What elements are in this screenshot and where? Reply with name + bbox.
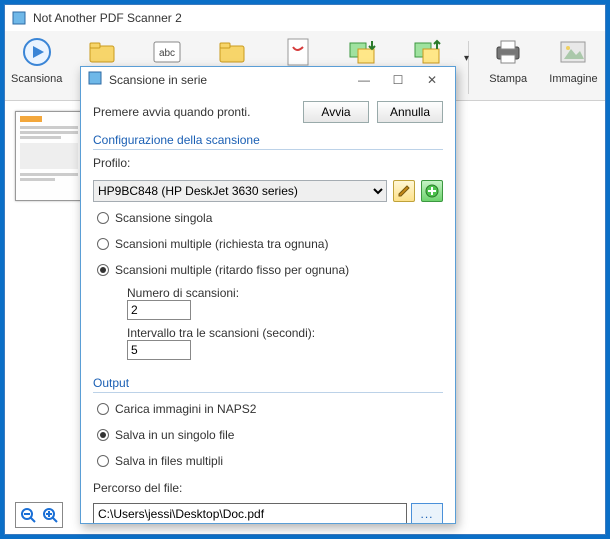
chevron-down-icon[interactable]: ▾ <box>464 53 469 64</box>
svg-text:abc: abc <box>159 48 175 59</box>
ribbon-scan[interactable]: Scansiona <box>11 35 62 100</box>
folder-icon <box>85 35 119 69</box>
folder2-icon <box>215 35 249 69</box>
batch-scan-dialog: Scansione in serie — ☐ ✕ Premere avvia q… <box>80 66 456 524</box>
dialog-titlebar: Scansione in serie — ☐ ✕ <box>81 67 455 93</box>
dialog-title: Scansione in serie <box>109 73 207 87</box>
radio-single-scan[interactable]: Scansione singola <box>97 211 443 225</box>
radio-icon <box>97 403 109 415</box>
ellipsis-icon: ... <box>420 507 433 521</box>
add-profile-button[interactable] <box>421 180 443 202</box>
titlebar: Not Another PDF Scanner 2 <box>5 5 605 31</box>
profile-select[interactable]: HP9BC848 (HP DeskJet 3630 series) <box>93 180 387 202</box>
radio-multi-fixed[interactable]: Scansioni multiple (ritardo fisso per og… <box>97 263 443 277</box>
profile-label: Profilo: <box>93 156 443 170</box>
pdf-icon <box>281 35 315 69</box>
radio-output-multi-label: Salva in files multipli <box>115 454 223 468</box>
radio-icon-selected <box>97 429 109 441</box>
printer-icon <box>491 35 525 69</box>
minimize-button[interactable]: — <box>347 70 381 90</box>
file-path-input[interactable] <box>93 503 407 523</box>
images-import-icon <box>346 35 380 69</box>
radio-multi-prompt-label: Scansioni multiple (richiesta tra ognuna… <box>115 237 328 251</box>
radio-icon <box>97 238 109 250</box>
prompt-text: Premere avvia quando pronti. <box>93 105 295 119</box>
app-icon <box>11 10 27 26</box>
edit-profile-button[interactable] <box>393 180 415 202</box>
config-group-title: Configurazione della scansione <box>93 133 443 150</box>
start-button[interactable]: Avvia <box>303 101 369 123</box>
cancel-button[interactable]: Annulla <box>377 101 443 123</box>
radio-icon <box>97 455 109 467</box>
zoom-out-button[interactable] <box>18 505 38 525</box>
interval-input[interactable] <box>127 340 191 360</box>
ribbon-divider <box>468 41 469 94</box>
ribbon-print[interactable]: Stampa <box>483 35 534 100</box>
ribbon-scan-label: Scansiona <box>11 73 62 85</box>
images-export-icon <box>411 35 445 69</box>
window-title: Not Another PDF Scanner 2 <box>33 11 182 25</box>
ribbon-image[interactable]: Immagine <box>548 35 599 100</box>
path-label: Percorso del file: <box>93 481 443 495</box>
radio-single-label: Scansione singola <box>115 211 212 225</box>
thumbnail-pane <box>15 111 87 201</box>
interval-label: Intervallo tra le scansioni (secondi): <box>127 326 443 340</box>
num-scans-input[interactable] <box>127 300 191 320</box>
abc-icon: abc <box>150 35 184 69</box>
radio-multi-fixed-label: Scansioni multiple (ritardo fisso per og… <box>115 263 349 277</box>
radio-output-single-label: Salva in un singolo file <box>115 428 234 442</box>
play-icon <box>20 35 54 69</box>
dialog-app-icon <box>87 70 103 89</box>
page-thumbnail[interactable] <box>15 111 83 201</box>
radio-icon-selected <box>97 264 109 276</box>
radio-output-load-label: Carica immagini in NAPS2 <box>115 402 256 416</box>
radio-output-single[interactable]: Salva in un singolo file <box>97 428 443 442</box>
dialog-body: Premere avvia quando pronti. Avvia Annul… <box>81 93 455 523</box>
image-icon <box>556 35 590 69</box>
ribbon-print-label: Stampa <box>489 73 527 85</box>
maximize-button[interactable]: ☐ <box>381 70 415 90</box>
radio-output-load[interactable]: Carica immagini in NAPS2 <box>97 402 443 416</box>
output-group-title: Output <box>93 376 443 393</box>
radio-output-multi[interactable]: Salva in files multipli <box>97 454 443 468</box>
radio-multi-prompt[interactable]: Scansioni multiple (richiesta tra ognuna… <box>97 237 443 251</box>
radio-icon <box>97 212 109 224</box>
close-button[interactable]: ✕ <box>415 70 449 90</box>
zoom-toolbar <box>15 502 63 528</box>
ribbon-image-label: Immagine <box>549 73 597 85</box>
zoom-in-button[interactable] <box>40 505 60 525</box>
browse-button[interactable]: ... <box>411 503 443 523</box>
num-scans-label: Numero di scansioni: <box>127 286 443 300</box>
